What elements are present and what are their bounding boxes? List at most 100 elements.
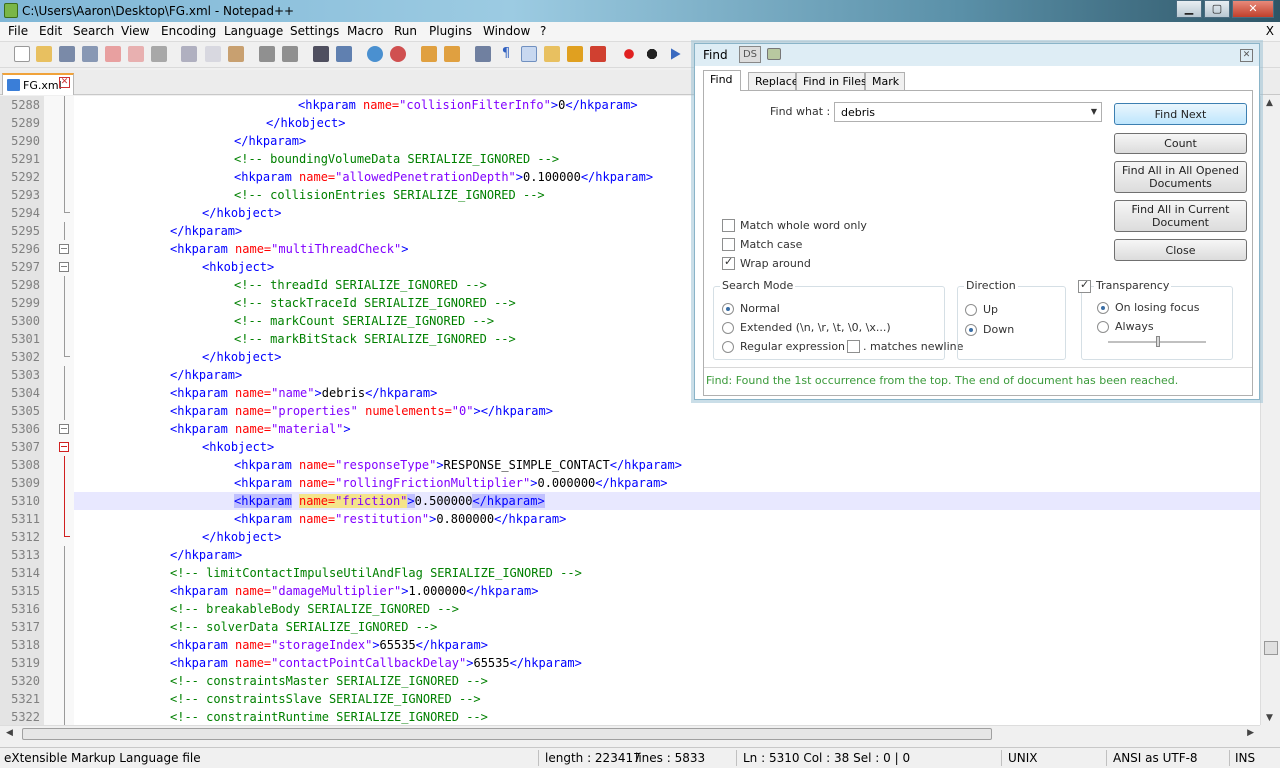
tab-close-icon[interactable]: ✕ bbox=[59, 77, 70, 88]
menu-window[interactable]: Window bbox=[483, 24, 530, 38]
regex-radio[interactable] bbox=[722, 341, 734, 353]
code-line[interactable]: 5314 <!-- limitContactImpulseUtilAndFlag … bbox=[0, 564, 1260, 582]
sync-v-icon[interactable] bbox=[421, 46, 437, 62]
find-dialog-close-icon[interactable]: ✕ bbox=[1240, 49, 1253, 62]
code-line[interactable]: 5315 <hkparam name="damageMultiplier">1.0… bbox=[0, 582, 1260, 600]
menu-plugins[interactable]: Plugins bbox=[429, 24, 472, 38]
menu-help[interactable]: ? bbox=[540, 24, 546, 38]
transparency-slider-knob[interactable] bbox=[1156, 336, 1160, 347]
code-line[interactable]: 5317 <!-- solverData SERIALIZE_IGNORED --… bbox=[0, 618, 1260, 636]
code-line[interactable]: 5310 <hkparam name="friction">0.500000</h… bbox=[0, 492, 1260, 510]
open-icon[interactable] bbox=[36, 46, 52, 62]
code-line[interactable]: 5313 </hkparam> bbox=[0, 546, 1260, 564]
close-document-x[interactable]: X bbox=[1266, 24, 1274, 38]
menu-language[interactable]: Language bbox=[224, 24, 283, 38]
direction-up-radio[interactable] bbox=[965, 304, 977, 316]
tab-find-in-files[interactable]: Find in Files bbox=[796, 72, 867, 90]
code-line[interactable]: 5308 <hkparam name="responseType">RESPONS… bbox=[0, 456, 1260, 474]
code-line[interactable]: 5316 <!-- breakableBody SERIALIZE_IGNORED… bbox=[0, 600, 1260, 618]
undo-icon[interactable] bbox=[259, 46, 275, 62]
menu-macro[interactable]: Macro bbox=[347, 24, 383, 38]
wrap-around-checkbox[interactable] bbox=[722, 255, 735, 270]
menu-view[interactable]: View bbox=[121, 24, 149, 38]
close-window-button[interactable]: ✕ bbox=[1232, 0, 1274, 18]
tab-find[interactable]: Find bbox=[703, 70, 741, 91]
code-line[interactable]: 5311 <hkparam name="restitution">0.800000… bbox=[0, 510, 1260, 528]
menu-settings[interactable]: Settings bbox=[290, 24, 339, 38]
horizontal-scrollbar[interactable]: ◀ ▶ bbox=[0, 725, 1260, 742]
vertical-scroll-thumb[interactable] bbox=[1264, 641, 1278, 655]
menu-run[interactable]: Run bbox=[394, 24, 417, 38]
zoom-in-icon[interactable] bbox=[367, 46, 383, 62]
wrap-icon[interactable] bbox=[475, 46, 491, 62]
indent-guide-icon[interactable] bbox=[521, 46, 537, 62]
paste-icon[interactable] bbox=[228, 46, 244, 62]
scroll-down-arrow-icon[interactable]: ▼ bbox=[1266, 713, 1273, 723]
close-all-icon[interactable] bbox=[128, 46, 144, 62]
save-all-icon[interactable] bbox=[82, 46, 98, 62]
new-icon[interactable] bbox=[14, 46, 30, 62]
fold-toggle-icon[interactable] bbox=[59, 424, 69, 434]
tab-fg-xml[interactable]: FG.xml ✕ bbox=[2, 73, 74, 95]
replace-icon[interactable] bbox=[336, 46, 352, 62]
code-line[interactable]: 5305 <hkparam name="properties" numelemen… bbox=[0, 402, 1260, 420]
horizontal-scroll-thumb[interactable] bbox=[22, 728, 992, 740]
fold-toggle-icon[interactable] bbox=[59, 244, 69, 254]
normal-radio[interactable] bbox=[722, 303, 734, 315]
save-icon[interactable] bbox=[59, 46, 75, 62]
fold-toggle-icon[interactable] bbox=[59, 262, 69, 272]
extended-radio[interactable] bbox=[722, 322, 734, 334]
code-line[interactable]: 5307 <hkobject> bbox=[0, 438, 1260, 456]
code-line[interactable]: 5322 <!-- constraintRuntime SERIALIZE_IGN… bbox=[0, 708, 1260, 725]
find-icon[interactable] bbox=[313, 46, 329, 62]
code-line[interactable]: 5306 <hkparam name="material"> bbox=[0, 420, 1260, 438]
doc-map-icon[interactable] bbox=[567, 46, 583, 62]
zoom-out-icon[interactable] bbox=[390, 46, 406, 62]
play-icon[interactable] bbox=[671, 48, 681, 60]
transparency-checkbox[interactable] bbox=[1078, 278, 1091, 293]
code-line[interactable]: 5319 <hkparam name="contactPointCallbackD… bbox=[0, 654, 1260, 672]
menu-file[interactable]: File bbox=[8, 24, 28, 38]
sync-h-icon[interactable] bbox=[444, 46, 460, 62]
find-all-opened-button[interactable]: Find All in All Opened Documents bbox=[1114, 161, 1247, 193]
code-line[interactable]: 5320 <!-- constraintsMaster SERIALIZE_IGN… bbox=[0, 672, 1260, 690]
scroll-left-arrow-icon[interactable]: ◀ bbox=[6, 728, 13, 738]
function-list-icon[interactable] bbox=[590, 46, 606, 62]
always-radio[interactable] bbox=[1097, 321, 1109, 333]
udl-icon[interactable] bbox=[544, 46, 560, 62]
stop-icon[interactable] bbox=[644, 46, 660, 62]
find-what-combobox[interactable]: debris ▼ bbox=[834, 102, 1102, 122]
scroll-up-arrow-icon[interactable]: ▲ bbox=[1266, 98, 1273, 108]
code-line[interactable]: 5318 <hkparam name="storageIndex">65535</… bbox=[0, 636, 1260, 654]
copy-icon[interactable] bbox=[205, 46, 221, 62]
transparency-slider[interactable] bbox=[1108, 336, 1206, 347]
find-all-current-button[interactable]: Find All in Current Document bbox=[1114, 200, 1247, 232]
close-button[interactable]: Close bbox=[1114, 239, 1247, 261]
match-case-checkbox[interactable] bbox=[722, 238, 735, 251]
code-line[interactable]: 5321 <!-- constraintsSlave SERIALIZE_IGNO… bbox=[0, 690, 1260, 708]
ds-button[interactable]: DS bbox=[739, 46, 761, 63]
code-line[interactable]: 5309 <hkparam name="rollingFrictionMultip… bbox=[0, 474, 1260, 492]
record-icon[interactable] bbox=[621, 46, 637, 62]
print-icon[interactable] bbox=[151, 46, 167, 62]
count-button[interactable]: Count bbox=[1114, 133, 1247, 154]
cut-icon[interactable] bbox=[181, 46, 197, 62]
tab-mark[interactable]: Mark bbox=[865, 72, 905, 90]
code-line[interactable]: 5312 </hkobject> bbox=[0, 528, 1260, 546]
tab-replace[interactable]: Replace bbox=[748, 72, 799, 90]
redo-icon[interactable] bbox=[282, 46, 298, 62]
maximize-button[interactable]: ▢ bbox=[1204, 0, 1230, 18]
all-chars-icon[interactable]: ¶ bbox=[498, 46, 514, 62]
vertical-scrollbar[interactable]: ▲ ▼ bbox=[1260, 96, 1280, 725]
menu-edit[interactable]: Edit bbox=[39, 24, 62, 38]
direction-down-radio[interactable] bbox=[965, 324, 977, 336]
on-losing-focus-radio[interactable] bbox=[1097, 302, 1109, 314]
find-next-button[interactable]: Find Next bbox=[1114, 103, 1247, 125]
fold-toggle-icon[interactable] bbox=[59, 442, 69, 452]
scroll-right-arrow-icon[interactable]: ▶ bbox=[1247, 728, 1254, 738]
plugin-icon[interactable] bbox=[767, 48, 781, 60]
menu-encoding[interactable]: Encoding bbox=[161, 24, 216, 38]
match-whole-word-checkbox[interactable] bbox=[722, 219, 735, 232]
matches-newline-checkbox[interactable] bbox=[847, 340, 860, 353]
menu-search[interactable]: Search bbox=[73, 24, 114, 38]
